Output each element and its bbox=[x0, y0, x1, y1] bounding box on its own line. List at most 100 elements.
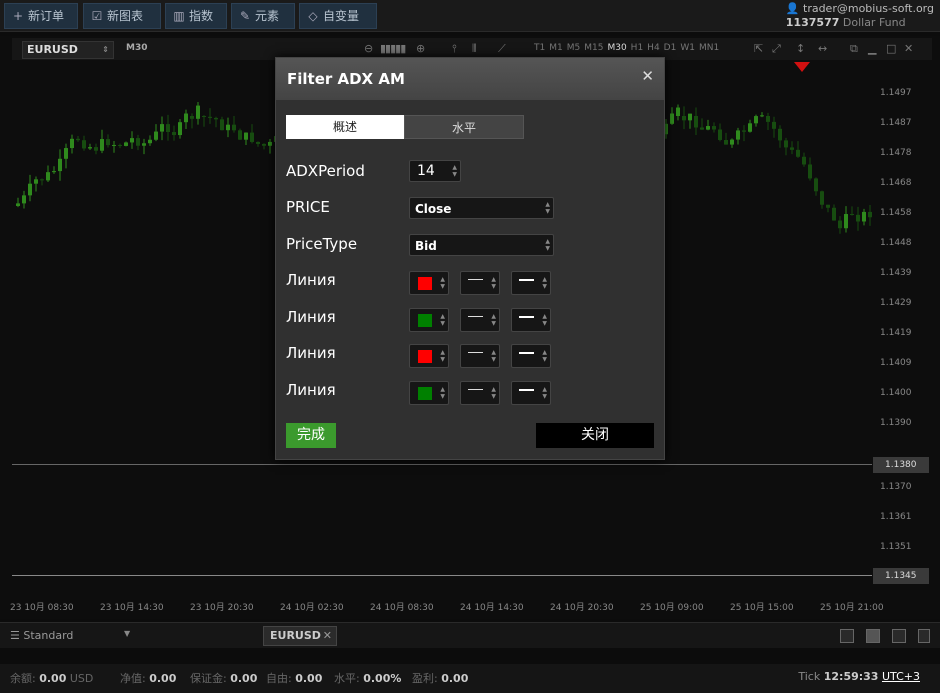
select-arrows-icon: ▲ ▼ bbox=[491, 386, 496, 400]
line-width-select[interactable]: ▲ ▼ bbox=[511, 271, 551, 295]
candle-body bbox=[676, 107, 680, 116]
select-arrows-icon: ▲ ▼ bbox=[545, 238, 550, 252]
price-tick-label: 1.1370 bbox=[880, 482, 912, 492]
candle-body bbox=[736, 130, 740, 140]
candle-body bbox=[814, 178, 818, 192]
layout-grid-icon[interactable] bbox=[866, 629, 880, 643]
plus-icon: + bbox=[12, 9, 24, 23]
time-tick-label: 23 10月 08:30 bbox=[10, 603, 74, 613]
account-info[interactable]: 👤 trader@mobius-soft.org 1137577 Dollar … bbox=[786, 2, 934, 30]
select-arrows-icon: ▲ ▼ bbox=[440, 386, 445, 400]
price-type-label: PriceType bbox=[286, 235, 358, 253]
candle-body bbox=[838, 220, 842, 229]
candle-body bbox=[232, 124, 236, 131]
line-color-picker[interactable]: ▲ ▼ bbox=[409, 381, 449, 405]
select-arrows-icon: ▲ ▼ bbox=[440, 349, 445, 363]
new-chart-button[interactable]: ☑ 新图表 bbox=[83, 3, 161, 29]
candle-body bbox=[832, 207, 836, 221]
candle-body bbox=[124, 142, 128, 146]
color-swatch bbox=[418, 314, 432, 327]
account-number: 1137577 bbox=[785, 16, 840, 29]
candle-body bbox=[160, 124, 164, 132]
candle-body bbox=[208, 116, 212, 118]
price-tick-label: 1.1429 bbox=[880, 298, 912, 308]
line-width-select[interactable]: ▲ ▼ bbox=[511, 344, 551, 368]
select-arrows-icon: ▲ ▼ bbox=[440, 313, 445, 327]
line-label: Линия bbox=[286, 381, 336, 399]
chart-window-icon: ☑ bbox=[91, 9, 103, 23]
layout-vertical-icon[interactable] bbox=[892, 629, 906, 643]
candle-body bbox=[808, 164, 812, 179]
line-style-icon bbox=[468, 279, 483, 280]
line-width-icon bbox=[519, 352, 534, 354]
layout-single-icon[interactable] bbox=[840, 629, 854, 643]
dialog-header[interactable]: Filter ADX AM ✕ bbox=[276, 58, 664, 100]
close-icon[interactable]: ✕ bbox=[641, 67, 654, 85]
candle-body bbox=[256, 141, 260, 144]
chart-tab-eurusd[interactable]: EURUSD ✕ bbox=[263, 626, 337, 646]
template-select[interactable]: ☰ Standard bbox=[10, 629, 73, 642]
candle-body bbox=[688, 113, 692, 121]
time-tick-label: 23 10月 14:30 bbox=[100, 603, 164, 613]
line-width-select[interactable]: ▲ ▼ bbox=[511, 308, 551, 332]
price-select[interactable]: Close ▲ ▼ bbox=[409, 197, 554, 219]
bars-icon: ▥ bbox=[173, 9, 185, 23]
new-order-button[interactable]: + 新订单 bbox=[4, 3, 78, 29]
close-tab-icon[interactable]: ✕ bbox=[323, 627, 332, 645]
line-color-picker[interactable]: ▲ ▼ bbox=[409, 308, 449, 332]
line-style-select[interactable]: ▲ ▼ bbox=[460, 344, 500, 368]
tab-levels[interactable]: 水平 bbox=[404, 115, 524, 139]
candle-body bbox=[214, 117, 218, 120]
layout-horizontal-icon[interactable] bbox=[918, 629, 930, 643]
line-width-select[interactable]: ▲ ▼ bbox=[511, 381, 551, 405]
line-style-select[interactable]: ▲ ▼ bbox=[460, 308, 500, 332]
candle-body bbox=[76, 138, 80, 141]
balance: 余额: 0.00 USD bbox=[10, 672, 94, 685]
line-width-icon bbox=[519, 279, 534, 281]
tab-overview[interactable]: 概述 bbox=[286, 115, 404, 139]
time-tick-label: 25 10月 15:00 bbox=[730, 603, 794, 613]
line-style-select[interactable]: ▲ ▼ bbox=[460, 271, 500, 295]
close-button[interactable]: 关闭 bbox=[536, 423, 654, 448]
dialog-tabs: 概述 水平 bbox=[286, 115, 524, 139]
line-style-icon bbox=[468, 389, 483, 390]
variables-button[interactable]: ◇ 自变量 bbox=[299, 3, 377, 29]
time-tick-label: 25 10月 09:00 bbox=[640, 603, 704, 613]
stepper-arrows-icon[interactable]: ▲ ▼ bbox=[452, 164, 457, 178]
dialog-title: Filter ADX AM bbox=[287, 70, 405, 88]
price-tick-label: 1.1439 bbox=[880, 268, 912, 278]
top-toolbar: + 新订单 ☑ 新图表 ▥ 指数 ✎ 元素 ◇ 自变量 👤 trader@mobius-s… bbox=[0, 0, 940, 32]
candle-body bbox=[796, 149, 800, 157]
candle-body bbox=[154, 131, 158, 140]
utc-offset[interactable]: UTC+3 bbox=[882, 670, 920, 683]
candle-body bbox=[28, 183, 32, 196]
candle-body bbox=[34, 179, 38, 184]
price-type-select[interactable]: Bid ▲ ▼ bbox=[409, 234, 554, 256]
candle-body bbox=[772, 121, 776, 129]
time-tick-label: 23 10月 20:30 bbox=[190, 603, 254, 613]
adx-period-stepper[interactable]: 14 ▲ ▼ bbox=[409, 160, 461, 182]
candle-body bbox=[94, 147, 98, 151]
indicators-button[interactable]: ▥ 指数 bbox=[165, 3, 227, 29]
filter-adx-dialog: Filter ADX AM ✕ 概述 水平 ADXPeriod 14 ▲ ▼ PR… bbox=[275, 57, 665, 460]
price-tick-label: 1.1478 bbox=[880, 148, 912, 158]
done-button[interactable]: 完成 bbox=[286, 423, 336, 448]
candle-body bbox=[730, 139, 734, 145]
candle-body bbox=[22, 195, 26, 204]
price-tick-label: 1.1419 bbox=[880, 328, 912, 338]
free-margin: 自由: 0.00 bbox=[266, 672, 323, 685]
elements-button[interactable]: ✎ 元素 bbox=[231, 3, 295, 29]
alert-marker bbox=[794, 62, 810, 72]
chevron-down-icon[interactable]: ▼ bbox=[124, 629, 130, 638]
candle-body bbox=[88, 147, 92, 149]
price-tick-label: 1.1361 bbox=[880, 512, 912, 522]
select-arrows-icon: ▲ ▼ bbox=[491, 349, 496, 363]
current-price-line bbox=[12, 464, 872, 465]
line-style-select[interactable]: ▲ ▼ bbox=[460, 381, 500, 405]
status-bar: 余额: 0.00 USD 净值: 0.00 保证金: 0.00 自由: 0.00… bbox=[0, 664, 940, 693]
line-color-picker[interactable]: ▲ ▼ bbox=[409, 344, 449, 368]
adx-period-label: ADXPeriod bbox=[286, 162, 365, 180]
candle-body bbox=[112, 144, 116, 146]
candle-body bbox=[118, 144, 122, 146]
line-color-picker[interactable]: ▲ ▼ bbox=[409, 271, 449, 295]
